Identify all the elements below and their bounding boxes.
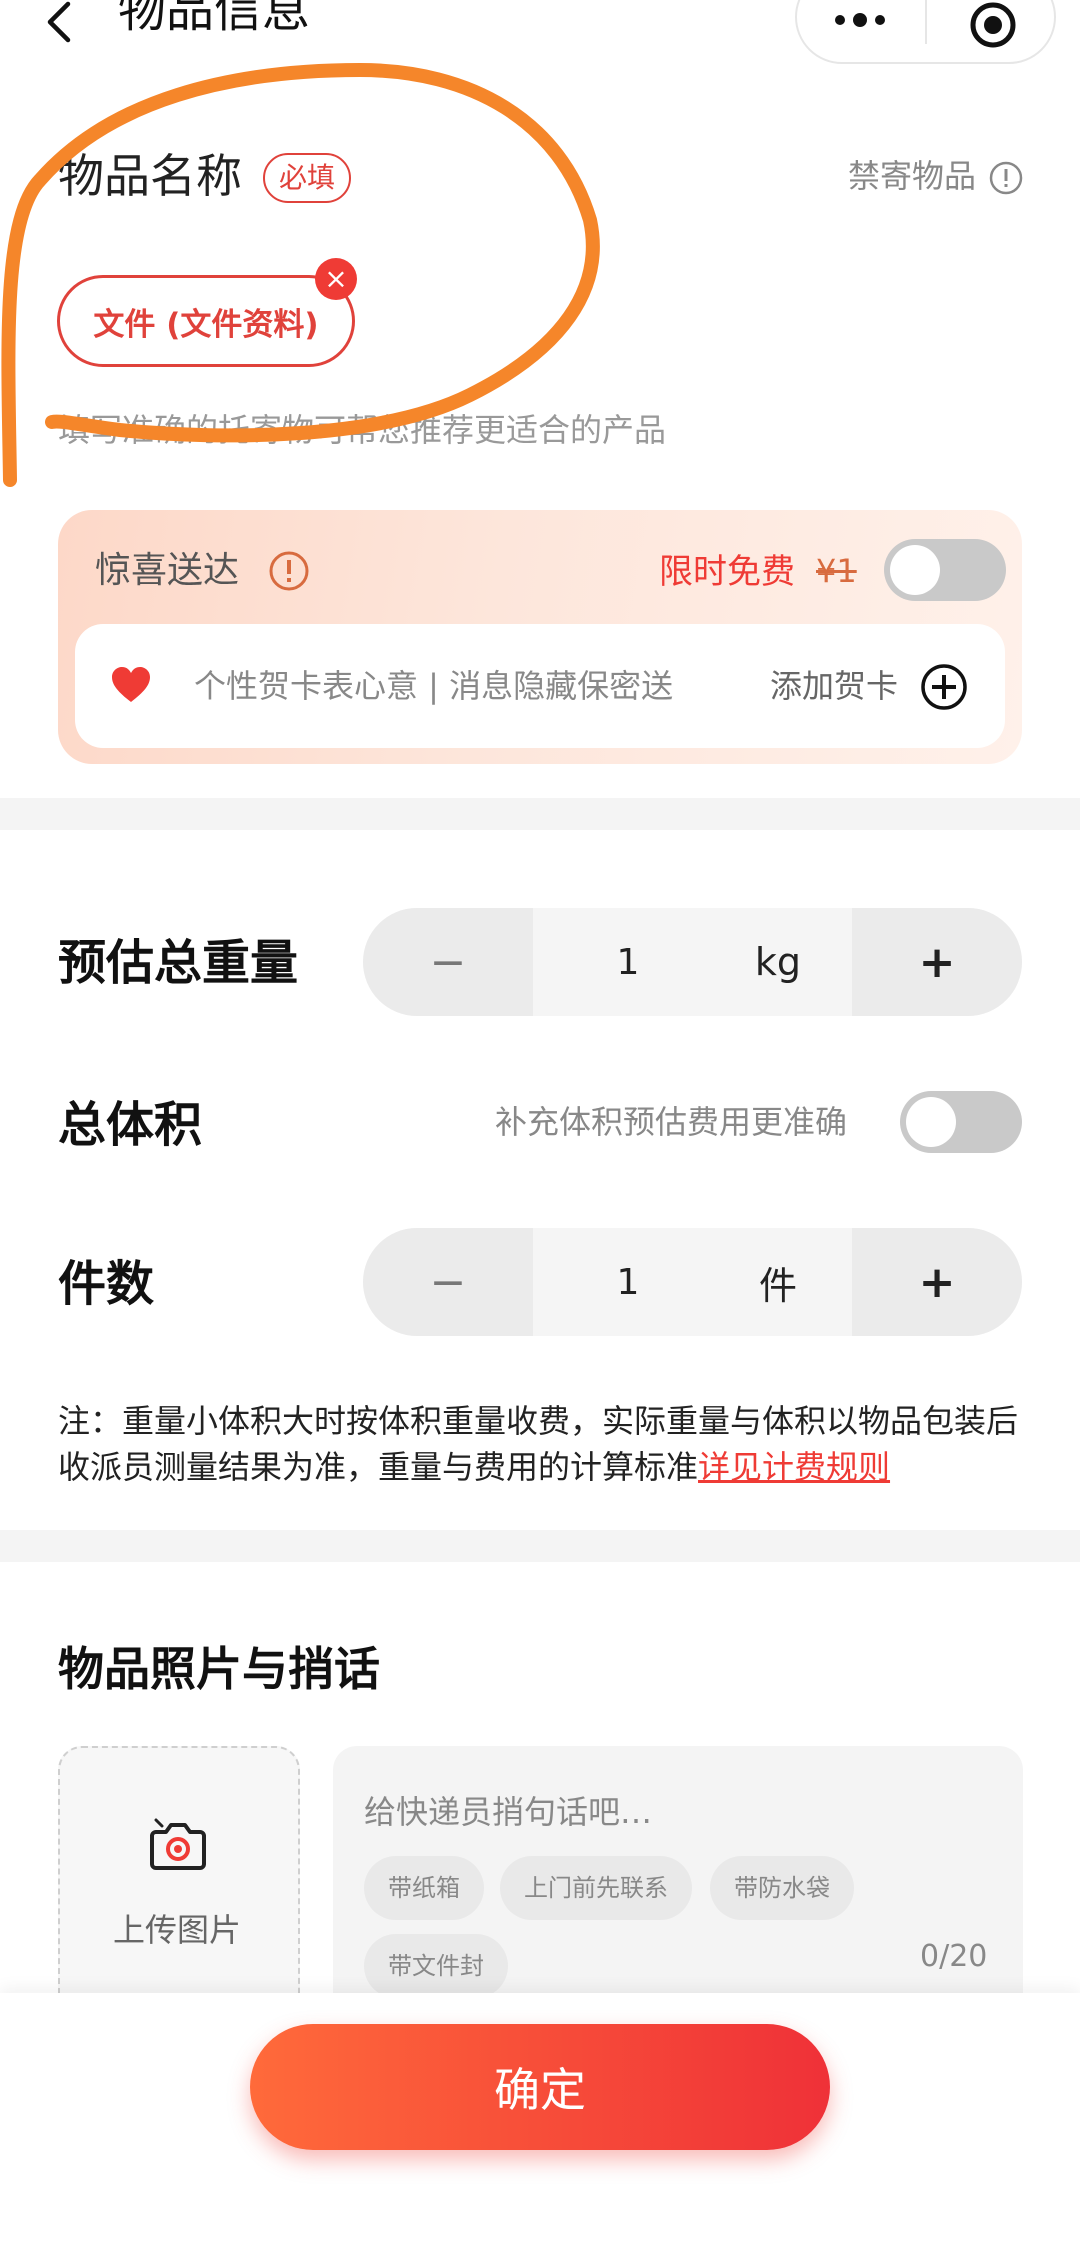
capsule-divider [925,0,927,44]
plus-circle-icon[interactable] [920,663,968,711]
weight-minus-button[interactable]: − [363,908,533,1016]
weight-plus-button[interactable]: + [852,908,1022,1016]
toggle-knob [906,1097,956,1147]
surprise-delivery-title: 惊喜送达 [95,550,240,591]
target-circle-icon[interactable] [968,0,1018,50]
message-tag[interactable]: 带纸箱 [364,1856,484,1920]
camera-icon [150,1818,206,1870]
estimated-weight-label: 预估总重量 [58,935,299,991]
count-unit: 件 [758,1263,797,1308]
add-greeting-card-label[interactable]: 添加贺卡 [770,670,898,702]
message-tag[interactable]: 带文件封 [364,1934,508,1998]
weight-stepper: − 1 kg + [363,908,1022,1016]
info-icon[interactable] [268,550,310,592]
message-char-count: 0/20 [920,1939,988,1974]
item-name-label: 物品名称 [58,149,242,203]
weight-unit: kg [754,940,802,984]
more-dots-icon[interactable] [830,10,890,30]
courier-message-input[interactable]: 给快递员捎句话吧… [364,1796,652,1828]
upload-photo-label: 上传图片 [113,1911,242,1949]
limited-free-label: 限时免费 [659,552,795,592]
confirm-button[interactable]: 确定 [250,2024,830,2150]
pricing-rules-link[interactable]: 详见计费规则 [698,1448,890,1486]
surprise-delivery-toggle[interactable] [884,539,1006,601]
greeting-card-description: 个性贺卡表心意 | 消息隐藏保密送 [194,667,674,705]
toggle-knob [890,545,940,595]
section-divider [0,1530,1080,1562]
photo-message-title: 物品照片与捎话 [58,1642,380,1696]
selected-item-chip[interactable]: 文件 (文件资料) [57,275,355,367]
item-hint-text: 填写准确的托寄物可帮您推荐更适合的产品 [58,411,667,449]
section-divider [0,798,1080,830]
required-badge: 必填 [263,153,352,203]
volume-hint: 补充体积预估费用更准确 [495,1103,848,1141]
count-stepper: − 1 件 + [363,1228,1022,1336]
original-price: ¥1 [816,552,857,590]
heart-icon [112,667,150,702]
count-value[interactable]: 1 [588,1228,668,1336]
chip-remove-icon[interactable]: × [315,258,357,300]
piece-count-label: 件数 [58,1256,155,1312]
back-chevron-icon[interactable] [40,0,80,44]
page-title: 物品信息 [118,0,311,38]
weight-note: 注：重量小体积大时按体积重量收费，实际重量与体积以物品包装后收派员测量结果为准，… [58,1398,1028,1490]
count-plus-button[interactable]: + [852,1228,1022,1336]
count-minus-button[interactable]: − [363,1228,533,1336]
total-volume-label: 总体积 [58,1097,203,1153]
forbidden-items-link[interactable]: 禁寄物品 [848,160,976,192]
message-tag[interactable]: 带防水袋 [710,1856,854,1920]
weight-value[interactable]: 1 [588,908,668,1016]
volume-toggle[interactable] [900,1091,1022,1153]
message-tag[interactable]: 上门前先联系 [500,1856,692,1920]
info-icon[interactable] [988,160,1024,196]
